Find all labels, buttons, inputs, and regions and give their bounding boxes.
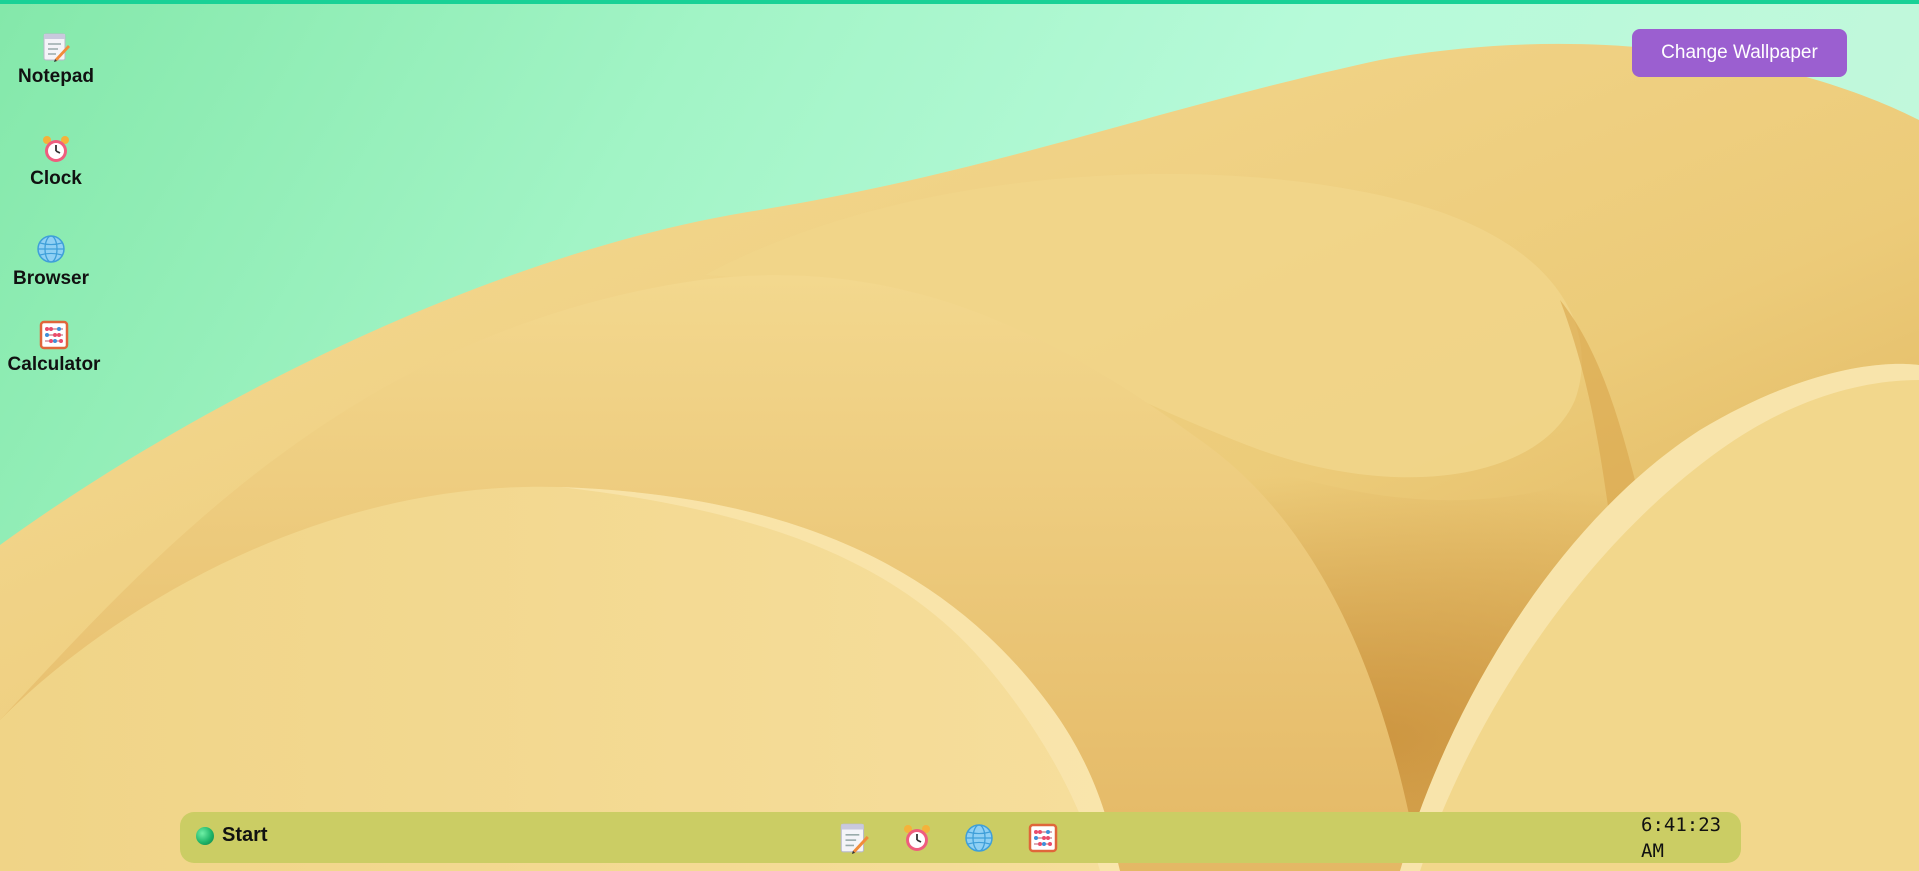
- alarm-clock-icon: [39, 132, 73, 166]
- notepad-icon: [840, 823, 869, 854]
- taskbar-app-calculator[interactable]: [1026, 821, 1060, 855]
- start-label: Start: [222, 824, 268, 846]
- desktop-icon-label: Browser: [12, 268, 90, 289]
- desktop-icon-label: Notepad: [18, 66, 94, 87]
- start-button[interactable]: Start: [196, 824, 268, 847]
- abacus-icon: [1028, 823, 1058, 853]
- globe-icon: [34, 232, 68, 266]
- desktop-icon-label: Calculator: [7, 354, 101, 375]
- taskbar-app-clock[interactable]: [900, 821, 934, 855]
- desktop-icon-browser[interactable]: Browser: [11, 232, 91, 290]
- desktop-icon-notepad[interactable]: Notepad: [16, 30, 96, 88]
- desktop: Notepad Clock Browser Calculator Change …: [0, 0, 1919, 871]
- taskbar: Start 6:41:23 AM: [180, 812, 1741, 863]
- desktop-icon-calculator[interactable]: Calculator: [4, 318, 104, 376]
- globe-icon: [965, 824, 993, 852]
- desktop-icon-clock[interactable]: Clock: [16, 132, 96, 190]
- start-orb-icon: [196, 826, 214, 845]
- taskbar-clock: 6:41:23 AM: [1641, 814, 1722, 862]
- taskbar-app-notepad[interactable]: [837, 821, 871, 855]
- notepad-icon: [39, 30, 73, 64]
- wallpaper-image: [0, 43, 1919, 871]
- abacus-icon: [37, 318, 71, 352]
- top-accent-bar: [0, 0, 1919, 4]
- taskbar-app-browser[interactable]: [962, 821, 996, 855]
- desktop-icon-label: Clock: [30, 168, 82, 189]
- alarm-clock-icon: [904, 825, 930, 851]
- change-wallpaper-button[interactable]: Change Wallpaper: [1632, 29, 1847, 77]
